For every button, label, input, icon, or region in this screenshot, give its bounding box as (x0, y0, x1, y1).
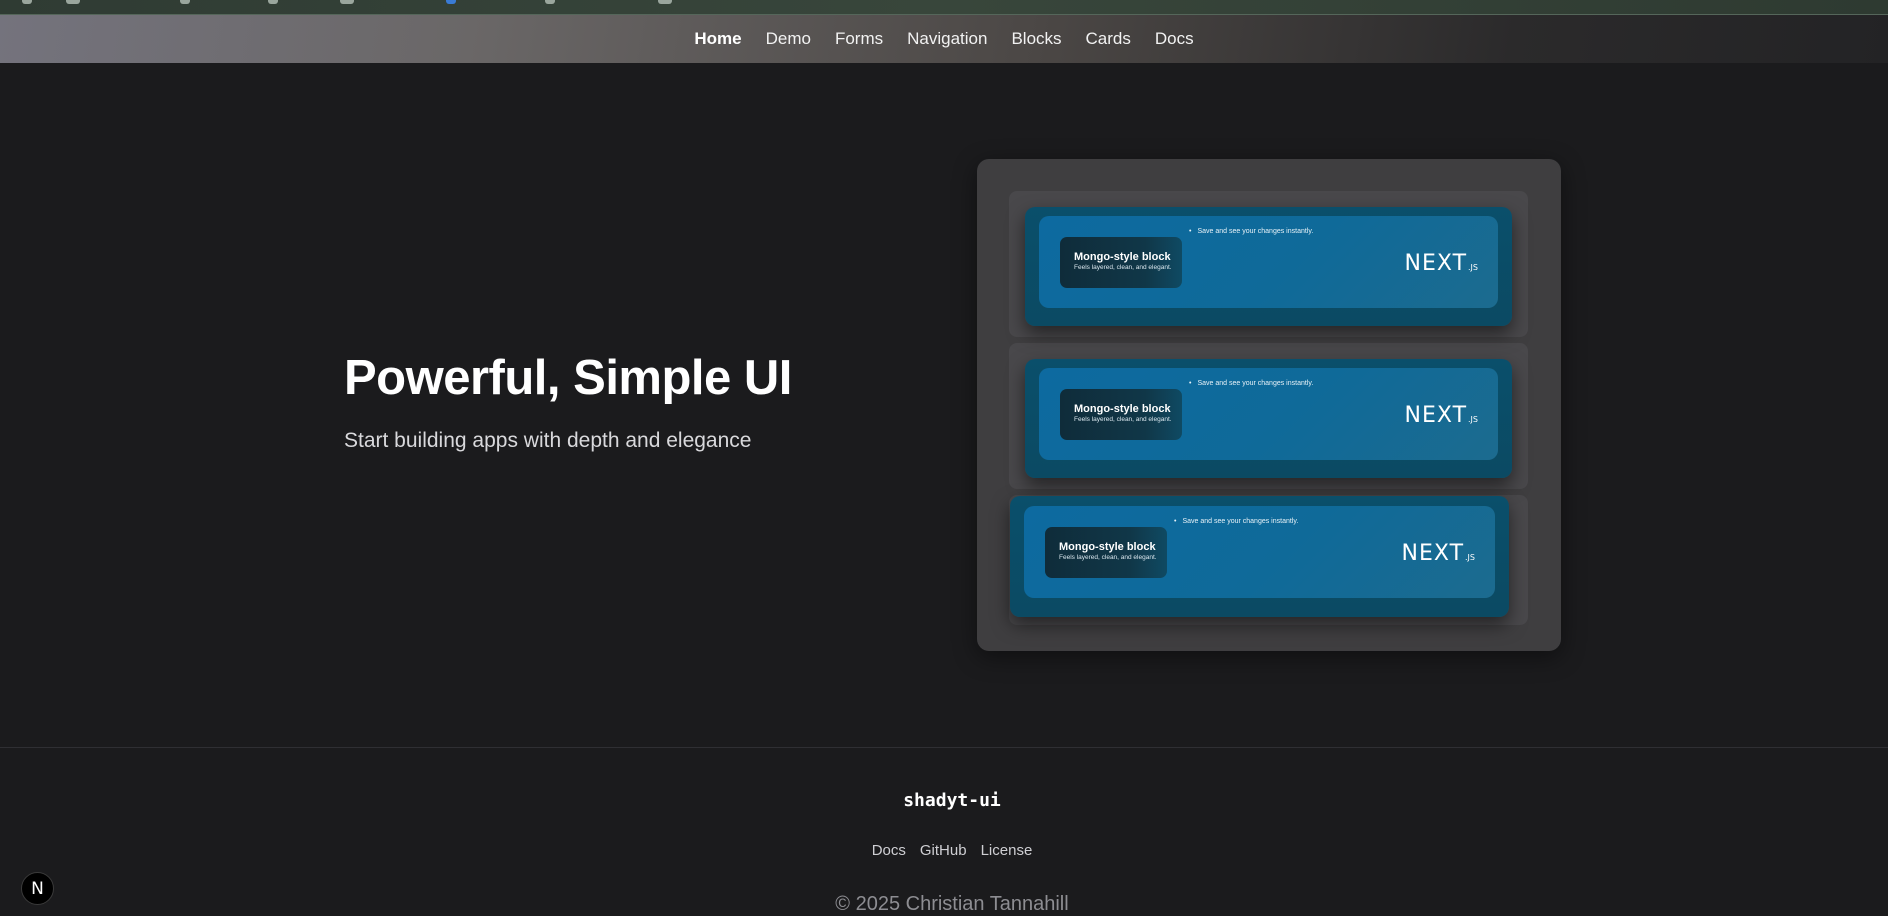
block-subtitle: Feels layered, clean, and elegant. (1059, 554, 1157, 561)
nav-item-blocks[interactable]: Blocks (999, 15, 1073, 63)
hero-subtitle: Start building apps with depth and elega… (344, 429, 752, 452)
nextjs-dev-badge-icon[interactable]: N (21, 872, 54, 905)
footer-brand: shadyt-ui (903, 790, 1001, 811)
copyright-text: © 2025 Christian Tannahill (835, 893, 1069, 915)
block-label-card: Mongo-style block Feels layered, clean, … (1060, 389, 1182, 440)
bookmark-icon[interactable] (658, 0, 672, 4)
mongo-block[interactable]: Mongo-style block Feels layered, clean, … (1025, 207, 1512, 326)
bookmark-icon[interactable] (446, 0, 456, 4)
bookmark-icon[interactable] (268, 0, 278, 4)
block-label-card: Mongo-style block Feels layered, clean, … (1060, 237, 1182, 288)
mongo-block-surface: Mongo-style block Feels layered, clean, … (1024, 506, 1495, 598)
bookmark-icon[interactable] (545, 0, 555, 4)
block-title: Mongo-style block (1074, 251, 1171, 263)
bookmark-icon[interactable] (340, 0, 354, 4)
mongo-block[interactable]: Mongo-style block Feels layered, clean, … (1010, 496, 1509, 617)
bookmark-icon[interactable] (22, 0, 32, 4)
mongo-block-surface: Mongo-style block Feels layered, clean, … (1039, 216, 1498, 308)
block-bullet: Save and see your changes instantly. (1189, 380, 1313, 387)
nav-item-home[interactable]: Home (682, 15, 753, 63)
nextjs-logo: NEXT.JS (1404, 251, 1478, 276)
top-navigation: Home Demo Forms Navigation Blocks Cards … (0, 15, 1888, 63)
block-bullet: Save and see your changes instantly. (1174, 518, 1298, 525)
nav-item-forms[interactable]: Forms (823, 15, 895, 63)
nav-item-demo[interactable]: Demo (754, 15, 823, 63)
mongo-block-surface: Mongo-style block Feels layered, clean, … (1039, 368, 1498, 460)
footer-link-license[interactable]: License (981, 842, 1033, 859)
footer-link-docs[interactable]: Docs (872, 842, 906, 859)
block-title: Mongo-style block (1074, 403, 1171, 415)
nav-item-cards[interactable]: Cards (1074, 15, 1143, 63)
block-subtitle: Feels layered, clean, and elegant. (1074, 264, 1172, 271)
block-showcase: Mongo-style block Feels layered, clean, … (977, 159, 1561, 651)
browser-bookmarks-strip (0, 0, 1888, 15)
nextjs-logo: NEXT.JS (1401, 541, 1475, 566)
footer-links: Docs GitHub License (0, 842, 1888, 859)
nextjs-logo: NEXT.JS (1404, 403, 1478, 428)
bookmark-icon[interactable] (66, 0, 80, 4)
hero-title: Powerful, Simple UI (344, 351, 792, 405)
nav-item-navigation[interactable]: Navigation (895, 15, 999, 63)
bookmark-icon[interactable] (180, 0, 190, 4)
footer-link-github[interactable]: GitHub (920, 842, 967, 859)
mongo-block[interactable]: Mongo-style block Feels layered, clean, … (1025, 359, 1512, 478)
block-subtitle: Feels layered, clean, and elegant. (1074, 416, 1172, 423)
footer-divider (0, 747, 1888, 748)
block-bullet: Save and see your changes instantly. (1189, 228, 1313, 235)
block-label-card: Mongo-style block Feels layered, clean, … (1045, 527, 1167, 578)
block-title: Mongo-style block (1059, 541, 1156, 553)
nav-item-docs[interactable]: Docs (1143, 15, 1206, 63)
